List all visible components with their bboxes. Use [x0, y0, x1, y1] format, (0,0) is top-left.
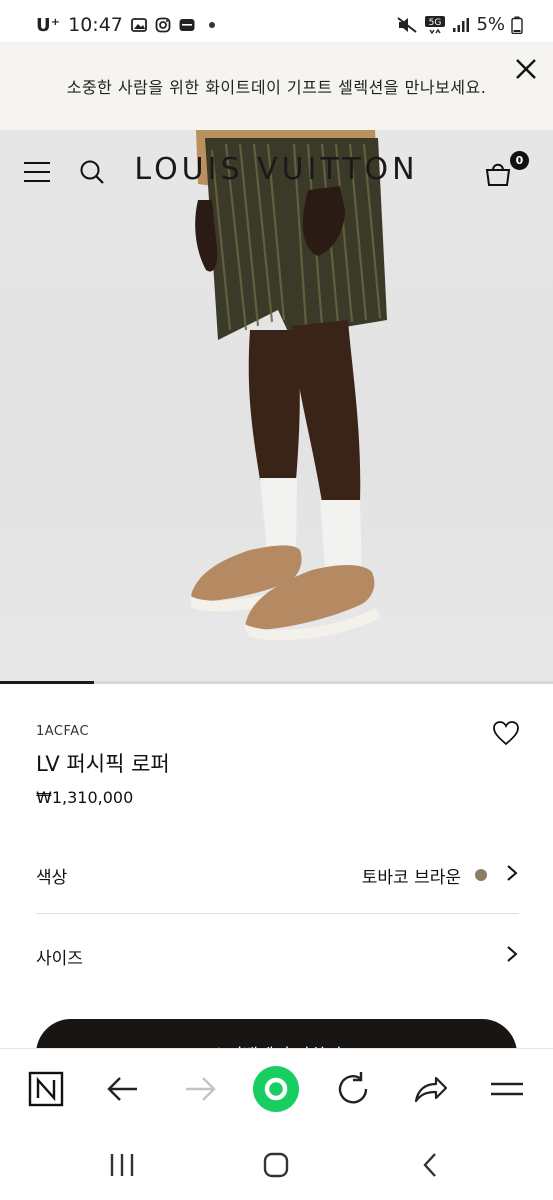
carrier-label: U⁺: [36, 14, 61, 36]
home-green-icon[interactable]: [251, 1064, 301, 1114]
naver-icon[interactable]: [26, 1069, 66, 1109]
divider: [36, 913, 519, 914]
home-button-icon[interactable]: [261, 1150, 291, 1180]
network-5g-icon: 5G: [425, 15, 446, 34]
status-left: U⁺ 10:47: [36, 14, 215, 36]
product-price: ₩1,310,000: [36, 788, 134, 807]
color-option-row[interactable]: 색상 토바코 브라운: [36, 863, 519, 923]
promo-text: 소중한 사람을 위한 화이트데이 기프트 셀렉션을 만나보세요.: [66, 78, 487, 97]
product-image[interactable]: [0, 130, 553, 682]
refresh-icon[interactable]: [333, 1069, 373, 1109]
color-value: 토바코 브라운: [361, 868, 461, 888]
instagram-icon: [155, 17, 171, 33]
size-option-row[interactable]: 사이즈: [36, 944, 519, 1004]
recent-apps-icon[interactable]: [107, 1150, 137, 1180]
svg-text:5G: 5G: [429, 18, 442, 28]
shopping-bag-icon[interactable]: [484, 160, 512, 186]
size-label: 사이즈: [36, 949, 83, 969]
product-sku: 1ACFAC: [36, 724, 90, 739]
status-right: 5G 5%: [396, 14, 523, 35]
share-icon[interactable]: [410, 1069, 450, 1109]
signal-icon: [453, 17, 470, 32]
mute-icon: [397, 16, 418, 33]
chevron-right-icon: [507, 865, 518, 881]
battery-icon: [511, 16, 523, 34]
carousel-progress: [0, 681, 553, 684]
forward-arrow-icon[interactable]: [180, 1069, 220, 1109]
promo-banner[interactable]: 소중한 사람을 위한 화이트데이 기프트 셀렉션을 만나보세요.: [0, 42, 553, 130]
menu-icon[interactable]: [487, 1069, 527, 1109]
chevron-right-icon: [507, 946, 518, 962]
battery-percent: 5%: [476, 14, 505, 35]
app-notification-icon: [179, 19, 195, 31]
color-label: 색상: [36, 868, 68, 888]
product-name: LV 퍼시픽 로퍼: [36, 752, 170, 776]
brand-logo[interactable]: LOUIS VUITTON: [0, 152, 553, 187]
product-photo-illustration: [190, 130, 387, 641]
wishlist-heart-icon[interactable]: [492, 720, 520, 746]
close-icon[interactable]: [511, 54, 541, 84]
system-navigation-bar: [0, 1128, 553, 1200]
back-arrow-icon[interactable]: [103, 1069, 143, 1109]
browser-toolbar: [0, 1048, 553, 1128]
more-notifications-dot: [208, 22, 215, 28]
carousel-progress-fill: [0, 681, 94, 684]
back-button-icon[interactable]: [416, 1150, 446, 1180]
color-swatch: [475, 869, 487, 881]
clock: 10:47: [68, 14, 123, 36]
gallery-icon: [130, 18, 147, 32]
bag-count-badge: 0: [510, 151, 529, 170]
